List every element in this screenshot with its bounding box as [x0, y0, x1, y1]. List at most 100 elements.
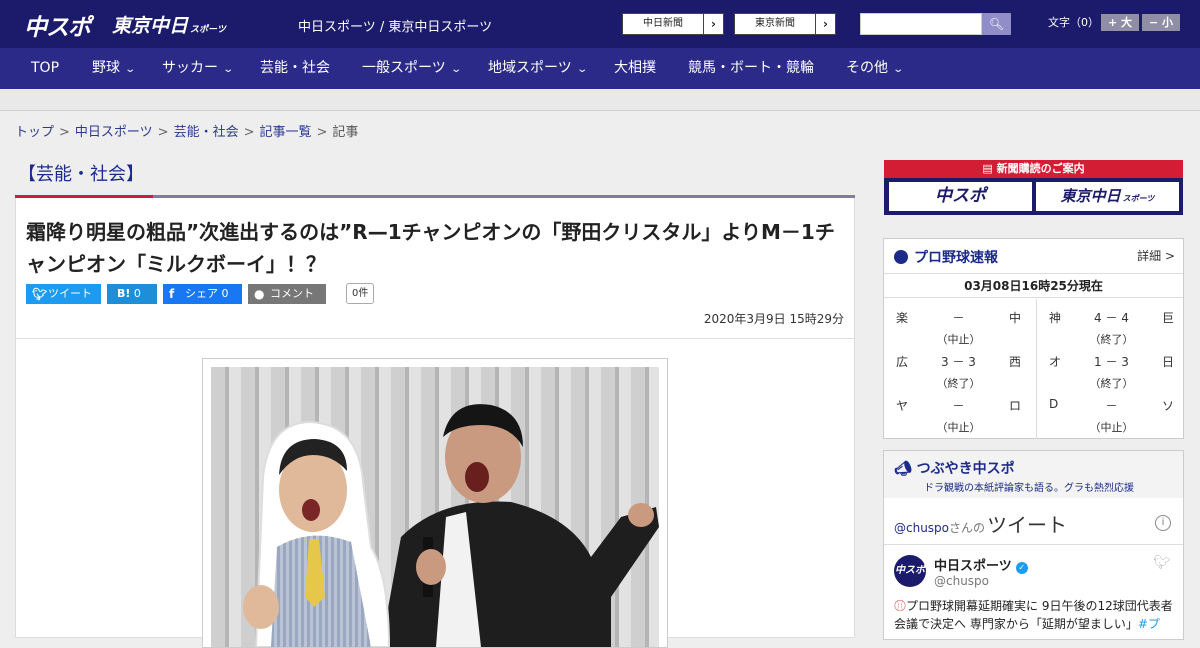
breadcrumb-link-entertainment[interactable]: 芸能・社会: [174, 125, 239, 140]
subscription-tokyo-small: スポーツ: [1122, 194, 1155, 203]
game-row[interactable]: ヤ－ロ（中止）: [896, 397, 1021, 441]
photo-illustration: [243, 404, 659, 647]
nav-item-label: 野球: [92, 60, 120, 76]
away-team: 中: [1008, 311, 1021, 325]
site-names: 中日スポーツ / 東京中日スポーツ: [298, 20, 493, 35]
nav-item-label: サッカー: [162, 60, 218, 76]
top-header: 中スポ 東京中日 スポーツ 中日スポーツ / 東京中日スポーツ 中日新聞 › 東京新…: [0, 0, 1200, 48]
breadcrumb-separator: >: [243, 125, 255, 140]
font-decrease-button[interactable]: − 小: [1142, 14, 1180, 31]
subscription-chuspo-button[interactable]: 中スポ: [889, 182, 1032, 211]
game-score: －: [952, 399, 965, 413]
nav-item-soccer[interactable]: サッカー ⌄: [162, 48, 235, 89]
tokyo-shimbun-link[interactable]: 東京新聞 ›: [734, 13, 836, 35]
info-icon[interactable]: i: [1155, 515, 1171, 531]
nav-item-general-sports[interactable]: 一般スポーツ ⌄: [362, 48, 462, 89]
search-button[interactable]: 🔍︎: [982, 13, 1011, 35]
tweet-author-name[interactable]: 中日スポーツ ✓: [934, 555, 1028, 574]
verified-check-icon: ✓: [1015, 562, 1028, 574]
logo-secondary-text: 東京中日: [112, 15, 189, 37]
nav-item-racing[interactable]: 競馬・ボート・競輪: [688, 48, 814, 89]
category-title: 【芸能・社会】: [18, 164, 144, 185]
away-team: 日: [1161, 355, 1174, 369]
subscription-tokyo-label: 東京中日: [1060, 187, 1121, 205]
chuspo-logo[interactable]: 中スポ: [24, 8, 91, 41]
chevron-down-icon: ⌄: [222, 64, 235, 75]
breadcrumb-separator: >: [59, 125, 70, 140]
game-status: （終了）: [1089, 333, 1134, 346]
tweets-title: 📣︎ つぶやき中スポ: [894, 458, 1015, 478]
nav-item-regional-sports[interactable]: 地域スポーツ ⌄: [488, 48, 588, 89]
chunichi-shimbun-link[interactable]: 中日新聞 ›: [622, 13, 724, 35]
tweets-header: 📣︎ つぶやき中スポ ドラ観戦の本紙評論家も語る。グラも熱烈応援: [884, 451, 1183, 498]
scores-column-divider: [1036, 299, 1037, 439]
article-photo-frame: [202, 358, 668, 648]
chevron-right-icon: ›: [703, 14, 723, 34]
breadcrumb-current: 記事: [332, 125, 359, 140]
chevron-right-icon: ›: [815, 14, 835, 34]
hatena-count: 0: [133, 287, 141, 300]
scores-updated-time: 03月08日16時25分現在: [884, 273, 1183, 298]
game-score: 3 － 3: [941, 355, 976, 369]
twitter-bird-icon[interactable]: 🐦︎: [1153, 555, 1171, 571]
tweet-author-text: 中日スポーツ: [934, 559, 1012, 574]
search-input[interactable]: [860, 13, 982, 35]
breadcrumb-link-top[interactable]: トップ: [15, 125, 54, 140]
game-row[interactable]: オ1 － 3 日（終了）: [1049, 353, 1174, 397]
tweet-body: プロ野球開幕延期確実に 9日午後の12球団代表者会議で決定へ 専門家から「延期が…: [894, 599, 1173, 631]
nav-item-other[interactable]: その他 ⌄: [846, 48, 905, 89]
subscription-label-text: 新聞購読のご案内: [996, 162, 1085, 175]
tweet-button[interactable]: 🐦︎ ツイート: [26, 284, 101, 304]
tweets-title-text: つぶやき中スポ: [916, 461, 1015, 477]
game-status: （終了）: [1089, 377, 1134, 390]
tweet-author-handle[interactable]: @chuspo: [934, 574, 989, 588]
breadcrumb-link-chuspo[interactable]: 中日スポーツ: [75, 125, 153, 140]
breadcrumb-separator: >: [157, 125, 169, 140]
game-score: 1 － 3: [1094, 355, 1129, 369]
game-row[interactable]: 楽－中（中止）: [896, 309, 1021, 353]
scores-detail-link[interactable]: 詳細 >: [1137, 247, 1175, 264]
nav-item-baseball[interactable]: 野球 ⌄: [92, 48, 136, 89]
facebook-share-button[interactable]: f シェア 0: [163, 284, 242, 304]
subscription-label: ▤ 新聞購読のご案内: [884, 160, 1183, 178]
nav-item-label: 大相撲: [614, 60, 656, 76]
chevron-down-icon: ⌄: [892, 64, 905, 75]
nav-item-entertainment[interactable]: 芸能・社会: [260, 48, 330, 89]
tokyo-chunichi-logo[interactable]: 東京中日 スポーツ: [112, 11, 226, 41]
article-photo[interactable]: [211, 367, 659, 647]
scores-title-text: プロ野球速報: [914, 250, 998, 266]
game-row[interactable]: 神4 － 4 巨（終了）: [1049, 309, 1174, 353]
font-increase-button[interactable]: + 大: [1101, 14, 1139, 31]
owner-big-label: ツイート: [987, 513, 1068, 537]
game-row[interactable]: D －ソ（中止）: [1049, 397, 1174, 441]
chevron-down-icon: ⌄: [576, 64, 588, 75]
baseball-emoji-icon: ⚾︎: [894, 599, 907, 613]
newspaper-icon: ▤: [982, 162, 997, 175]
tweets-owner: @chuspoさんの ツイート: [894, 509, 1067, 538]
twitter-bird-icon: 🐦︎: [32, 287, 48, 301]
nav-item-label: 一般スポーツ: [362, 60, 446, 76]
nav-item-top[interactable]: TOP: [31, 48, 59, 89]
game-score: －: [952, 311, 965, 325]
owner-handle-link[interactable]: @chuspo: [894, 521, 949, 535]
comment-button[interactable]: ● コメント: [248, 284, 326, 304]
avatar[interactable]: 中スポ: [894, 555, 926, 587]
nav-item-label: TOP: [31, 60, 60, 76]
baseball-icon: [894, 250, 908, 264]
tweets-divider: [884, 544, 1183, 545]
comment-count-badge: 0件: [346, 283, 375, 304]
article-card: 霜降り明星の粗品”次進出するのは”R—1チャンピオンの「野田クリスタル」よりM－…: [15, 198, 855, 648]
search-icon: 🔍︎: [988, 17, 1005, 31]
facebook-icon: f: [169, 287, 175, 301]
baseball-scores-widget: プロ野球速報 詳細 > 03月08日16時25分現在 楽－中（中止） 神4 － …: [883, 238, 1184, 439]
breadcrumb: トップ > 中日スポーツ > 芸能・社会 > 記事一覧 > 記事: [15, 121, 358, 140]
nav-item-sumo[interactable]: 大相撲: [614, 48, 656, 89]
tweet-hashtag-link[interactable]: #プ: [1138, 617, 1160, 631]
hatena-bookmark-button[interactable]: B! 0: [107, 284, 157, 304]
comment-label: コメント: [270, 287, 314, 300]
subscription-tokyo-button[interactable]: 東京中日 スポーツ: [1036, 182, 1179, 211]
breadcrumb-link-article-list[interactable]: 記事一覧: [260, 125, 312, 140]
game-score: 4 － 4: [1094, 311, 1129, 325]
game-status: （中止）: [936, 421, 981, 434]
game-row[interactable]: 広3 － 3 西（終了）: [896, 353, 1021, 397]
